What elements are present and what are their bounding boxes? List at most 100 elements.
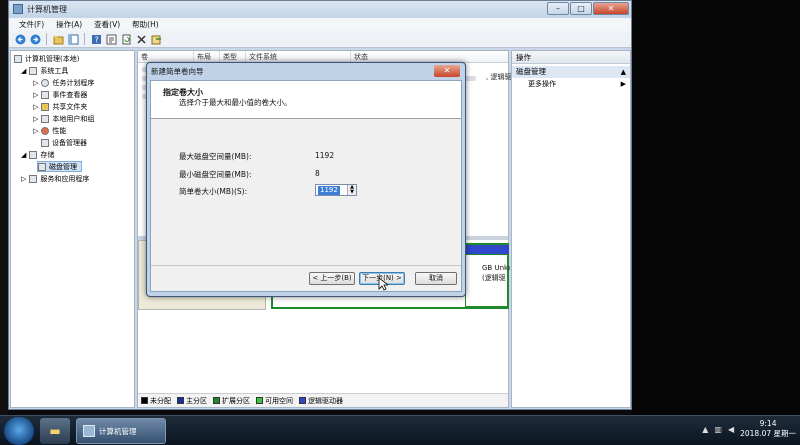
legend-swatch bbox=[177, 397, 184, 404]
event-viewer-icon bbox=[41, 90, 50, 99]
tree-item-local-users[interactable]: ▷ 本地用户和组 bbox=[33, 113, 94, 124]
spinner-arrows-icon[interactable]: ▲ ▼ bbox=[347, 185, 356, 195]
minimize-button[interactable]: – bbox=[547, 2, 569, 15]
clock-date: 2018.07 星期一 bbox=[740, 429, 796, 438]
export-icon[interactable] bbox=[150, 33, 162, 45]
users-icon bbox=[41, 114, 50, 123]
max-size-label: 最大磁盘空间量(MB): bbox=[179, 152, 252, 161]
up-folder-icon[interactable] bbox=[52, 33, 64, 45]
delete-icon[interactable] bbox=[135, 33, 147, 45]
tree-item-task-scheduler[interactable]: ▷ 任务计划程序 bbox=[33, 77, 94, 88]
help-icon[interactable]: ? bbox=[90, 33, 102, 45]
collapse-up-icon[interactable]: ▲ bbox=[621, 66, 626, 78]
tree-item-performance[interactable]: ▷ 性能 bbox=[33, 125, 66, 136]
toolbar-separator bbox=[46, 33, 47, 45]
expand-arrow-icon[interactable]: ▷ bbox=[33, 91, 38, 99]
legend-unallocated: 未分配 bbox=[141, 396, 171, 406]
min-size-label: 最小磁盘空间量(MB): bbox=[179, 170, 252, 179]
volume-icon[interactable]: ◀ bbox=[728, 425, 734, 434]
collapse-arrow-icon[interactable]: ◢ bbox=[21, 67, 26, 75]
legend-label: 可用空间 bbox=[265, 396, 293, 405]
show-hide-tree-icon[interactable] bbox=[67, 33, 79, 45]
services-icon bbox=[29, 174, 38, 183]
mouse-pointer-icon bbox=[378, 277, 388, 291]
expand-arrow-icon[interactable]: ▷ bbox=[33, 103, 38, 111]
disk-management-icon bbox=[38, 162, 46, 171]
tree-item-shared-folders[interactable]: ▷ 共享文件夹 bbox=[33, 101, 87, 112]
tree-item-label: 计算机管理(本地) bbox=[25, 54, 80, 63]
window-titlebar[interactable]: 计算机管理 – □ ✕ bbox=[9, 1, 631, 17]
tree-item-device-manager[interactable]: 设备管理器 bbox=[41, 137, 87, 148]
dialog-title: 新建简单卷向导 bbox=[151, 67, 204, 76]
tree-item-label: 任务计划程序 bbox=[52, 78, 95, 87]
legend-extended: 扩展分区 bbox=[213, 396, 250, 406]
tree-item-system-tools[interactable]: ◢ 系统工具 bbox=[21, 65, 68, 76]
refresh-icon[interactable] bbox=[120, 33, 132, 45]
start-button[interactable] bbox=[4, 417, 34, 445]
legend-logical-drive: 逻辑驱动器 bbox=[299, 396, 343, 406]
expand-arrow-icon[interactable]: ▷ bbox=[33, 127, 38, 135]
forward-icon[interactable] bbox=[29, 33, 41, 45]
partition-legend: 未分配 主分区 扩展分区 可用空间 逻辑驱动器 bbox=[138, 393, 508, 407]
tree-item-storage[interactable]: ◢ 存储 bbox=[21, 149, 54, 160]
wizard-subheading: 选择介于最大和最小值的卷大小。 bbox=[179, 98, 292, 107]
cancel-button[interactable]: 取消 bbox=[415, 272, 457, 285]
tree-item-event-viewer[interactable]: ▷ 事件查看器 bbox=[33, 89, 87, 100]
legend-swatch bbox=[141, 397, 148, 404]
tree-item-label: 设备管理器 bbox=[52, 138, 87, 147]
menu-file[interactable]: 文件(F) bbox=[19, 18, 44, 31]
tree-item-root[interactable]: 计算机管理(本地) bbox=[14, 53, 79, 64]
legend-free-space: 可用空间 bbox=[256, 396, 293, 406]
tree-item-label: 共享文件夹 bbox=[52, 102, 88, 111]
expand-arrow-icon[interactable]: ▷ bbox=[33, 79, 38, 87]
clock[interactable]: 9:14 2018.07 星期一 bbox=[740, 419, 796, 439]
logical-drive-header-bar bbox=[465, 245, 509, 254]
expand-arrow-icon[interactable]: ▷ bbox=[21, 175, 26, 183]
computer-icon bbox=[14, 54, 22, 63]
maximize-button[interactable]: □ bbox=[570, 2, 592, 15]
expand-arrow-icon[interactable]: ▷ bbox=[33, 115, 38, 123]
close-button[interactable]: ✕ bbox=[593, 2, 629, 15]
menu-action[interactable]: 操作(A) bbox=[56, 18, 82, 31]
tree-item-disk-management[interactable]: 磁盘管理 bbox=[37, 161, 82, 172]
desktop-background bbox=[632, 0, 800, 415]
window-controls: – □ ✕ bbox=[547, 2, 629, 15]
clock-icon bbox=[41, 78, 50, 87]
tree-item-services[interactable]: ▷ 服务和应用程序 bbox=[21, 173, 89, 184]
taskbar-computer-management[interactable]: 计算机管理 bbox=[76, 418, 166, 444]
file-explorer-taskbar-icon[interactable]: ▬ bbox=[40, 418, 70, 444]
show-hidden-icons-icon[interactable]: ▲ bbox=[702, 425, 708, 434]
computer-management-icon bbox=[83, 425, 95, 437]
more-actions-item[interactable]: 更多操作 ▶ bbox=[512, 78, 630, 90]
tree-item-label: 系统工具 bbox=[40, 66, 69, 75]
taskbar: ▬ 计算机管理 ▲ ▥ ◀ 9:14 2018.07 星期一 bbox=[0, 415, 800, 445]
tree-item-label: 存储 bbox=[40, 150, 55, 159]
actions-header: 操作 bbox=[512, 51, 630, 64]
back-icon[interactable] bbox=[14, 33, 26, 45]
storage-icon bbox=[29, 150, 38, 159]
more-actions-label: 更多操作 bbox=[528, 80, 556, 88]
desktop-left-edge bbox=[0, 0, 8, 415]
collapse-arrow-icon[interactable]: ◢ bbox=[21, 151, 26, 159]
tree-item-label: 事件查看器 bbox=[52, 90, 88, 99]
dialog-close-button[interactable]: ✕ bbox=[434, 65, 460, 77]
desktop: 计算机管理 – □ ✕ 文件(F) 操作(A) 查看(V) 帮助(H) ? 计算… bbox=[0, 0, 800, 445]
menu-help[interactable]: 帮助(H) bbox=[132, 18, 159, 31]
tree-item-label: 性能 bbox=[52, 126, 67, 135]
min-size-value: 8 bbox=[315, 169, 320, 178]
actions-section-disk-management[interactable]: 磁盘管理 ▲ bbox=[512, 66, 630, 78]
dialog-body: 指定卷大小 选择介于最大和最小值的卷大小。 最大磁盘空间量(MB): 1192 … bbox=[150, 80, 462, 292]
back-button[interactable]: < 上一步(B) bbox=[309, 272, 355, 285]
network-icon[interactable]: ▥ bbox=[714, 425, 722, 434]
menu-view[interactable]: 查看(V) bbox=[94, 18, 120, 31]
properties-icon[interactable] bbox=[105, 33, 117, 45]
legend-label: 扩展分区 bbox=[222, 396, 250, 405]
tree-item-label: 服务和应用程序 bbox=[40, 174, 90, 183]
legend-label: 未分配 bbox=[150, 396, 171, 405]
volume-size-value[interactable]: 1192 bbox=[318, 186, 340, 195]
svg-text:?: ? bbox=[94, 35, 98, 44]
volume-size-spinner[interactable]: 1192 ▲ ▼ bbox=[315, 184, 357, 196]
tools-icon bbox=[29, 66, 38, 75]
toolbar: ? bbox=[9, 31, 631, 48]
actions-section-label: 磁盘管理 bbox=[516, 67, 546, 76]
